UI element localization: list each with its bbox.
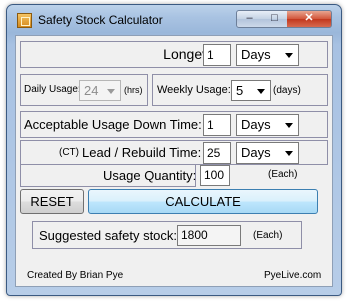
chevron-down-icon [285,123,293,128]
daily-usage-value: 24 [84,83,99,98]
lead-time-unit-select[interactable]: Days [236,142,299,164]
weekly-usage-value: 5 [236,83,244,98]
chevron-down-icon [257,88,265,94]
daily-usage-select[interactable]: 24 [79,80,121,101]
calculator-app-icon [17,13,32,28]
chevron-down-icon [285,151,293,156]
longevity-unit-value: Days [241,47,271,62]
lead-time-prefix: (CT) [59,147,79,158]
maximize-button[interactable]: □ [262,10,288,28]
minimize-button[interactable]: – [236,10,263,28]
longevity-input[interactable]: 1 [203,44,231,66]
result-label: Suggested safety stock: [39,228,178,243]
weekly-usage-unit: (days) [273,85,301,96]
website-link[interactable]: PyeLive.com [264,270,321,281]
result-unit: (Each) [253,230,283,241]
daily-usage-label: Daily Usage: [24,84,81,95]
lead-time-label: Lead / Rebuild Time: [82,145,202,160]
chevron-down-icon [107,88,115,94]
downtime-panel: Acceptable Usage Down Time: 1 Days [20,111,328,138]
quantity-input[interactable]: 100 [200,165,230,186]
calculate-button[interactable]: CALCULATE [88,189,318,214]
daily-usage-panel: Daily Usage: 24 (hrs) [20,74,148,106]
daily-usage-unit: (hrs) [124,85,143,95]
downtime-unit-select[interactable]: Days [236,114,299,136]
quantity-panel: Usage Quantity: [20,164,196,187]
lead-time-input[interactable]: 25 [203,142,231,164]
quantity-label: Usage Quantity: [103,168,197,183]
result-panel: Suggested safety stock: 1800 (Each) [32,221,302,249]
quantity-unit: (Each) [268,169,298,180]
result-output: 1800 [177,225,241,246]
title-bar[interactable]: Safety Stock Calculator – □ ✕ [7,5,341,35]
lead-time-panel: (CT) Lead / Rebuild Time: 25 Days [20,140,328,165]
longevity-panel: Longevity: 1 Days [20,41,328,68]
longevity-unit-select[interactable]: Days [236,44,299,66]
downtime-label: Acceptable Usage Down Time: [24,117,202,132]
lead-time-unit-value: Days [241,145,271,160]
weekly-usage-select[interactable]: 5 [231,80,271,101]
weekly-usage-panel: Weekly Usage: 5 (days) [152,74,328,106]
downtime-unit-value: Days [241,117,271,132]
window-title: Safety Stock Calculator [38,13,163,27]
downtime-input[interactable]: 1 [203,114,231,136]
reset-button[interactable]: RESET [20,189,84,214]
credits-text: Created By Brian Pye [27,270,124,281]
close-button[interactable]: ✕ [287,10,332,28]
form-area: Longevity: 1 Days Daily Usage: 24 (hrs) … [15,35,333,287]
app-window: Safety Stock Calculator – □ ✕ Longevity:… [6,4,342,296]
chevron-down-icon [285,53,293,58]
weekly-usage-label: Weekly Usage: [157,84,231,96]
